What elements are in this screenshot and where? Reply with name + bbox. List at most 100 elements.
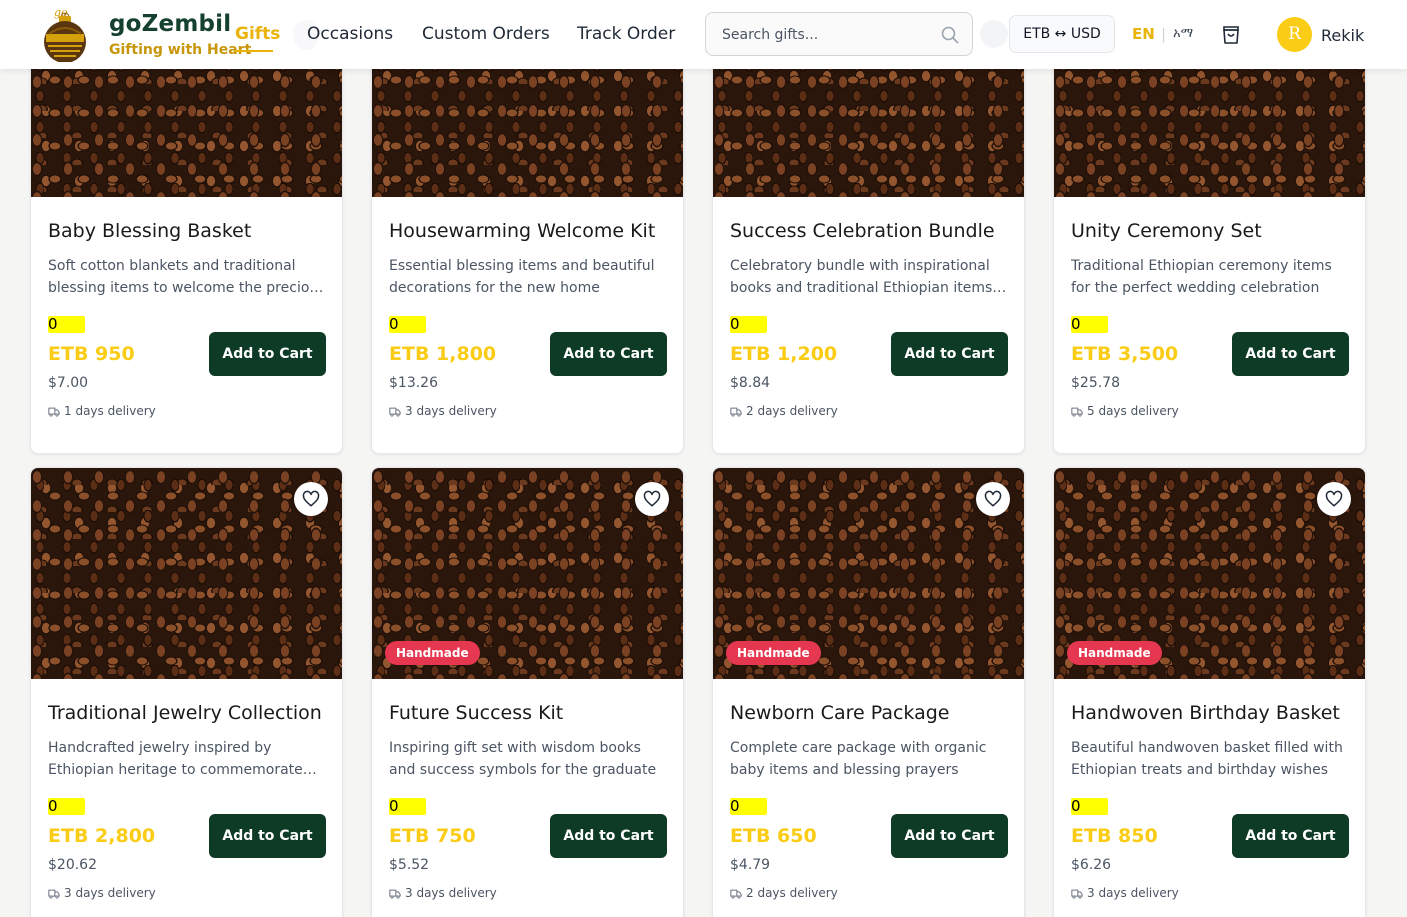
delivery-text: 2 days delivery — [746, 404, 838, 418]
language-separator: | — [1161, 25, 1167, 43]
truck-icon — [48, 889, 60, 899]
add-to-cart-button[interactable]: Add to Cart — [891, 332, 1008, 376]
favorite-button[interactable] — [294, 482, 328, 516]
language-am[interactable]: አማ — [1173, 26, 1193, 41]
delivery-text: 2 days delivery — [746, 886, 838, 900]
ghost-button — [980, 20, 1008, 48]
price-etb: ETB 1,800 — [389, 343, 497, 365]
truck-icon — [389, 407, 401, 417]
delivery-info: 2 days delivery — [730, 886, 838, 900]
site-header: go goZembil Gifting with Heart Gifts Occ… — [0, 0, 1407, 69]
product-description: Traditional Ethiopian ceremony items for… — [1071, 258, 1332, 296]
add-to-cart-button[interactable]: Add to Cart — [1232, 332, 1349, 376]
shopping-bag-icon[interactable] — [1220, 23, 1242, 45]
product-description: Complete care package with organic baby … — [730, 740, 987, 778]
price-usd: $7.00 — [48, 375, 89, 391]
product-card[interactable]: Handmade Future Success Kit Inspiring gi… — [371, 467, 684, 917]
price-etb: ETB 3,500 — [1071, 343, 1179, 365]
quantity-value: 0 — [389, 315, 399, 333]
product-card[interactable]: Handmade Newborn Care Package Complete c… — [712, 467, 1025, 917]
search-icon[interactable] — [940, 25, 960, 45]
price-etb: ETB 650 — [730, 825, 817, 847]
add-to-cart-button[interactable]: Add to Cart — [1232, 814, 1349, 858]
product-title[interactable]: Baby Blessing Basket — [48, 220, 251, 242]
currency-toggle-button[interactable]: ETB ↔ USD — [1009, 15, 1115, 53]
delivery-text: 1 days delivery — [64, 404, 156, 418]
product-description: Celebratory bundle with inspirational bo… — [730, 258, 993, 296]
product-title[interactable]: Newborn Care Package — [730, 702, 949, 724]
product-description: Handcrafted jewelry inspired by Ethiopia… — [48, 740, 303, 778]
nav-gifts[interactable]: Gifts — [235, 24, 280, 44]
product-title[interactable]: Future Success Kit — [389, 702, 563, 724]
delivery-text: 3 days delivery — [405, 886, 497, 900]
delivery-info: 2 days delivery — [730, 404, 838, 418]
heart-icon — [1325, 490, 1343, 507]
product-title[interactable]: Housewarming Welcome Kit — [389, 220, 655, 242]
delivery-text: 3 days delivery — [1087, 886, 1179, 900]
price-usd: $4.79 — [730, 857, 771, 873]
heart-icon — [302, 490, 320, 507]
favorite-button[interactable] — [976, 482, 1010, 516]
brand-name[interactable]: goZembil — [109, 11, 231, 37]
quantity-value: 0 — [389, 797, 399, 815]
quantity-value: 0 — [48, 315, 58, 333]
truck-icon — [389, 889, 401, 899]
delivery-info: 3 days delivery — [389, 886, 497, 900]
delivery-text: 5 days delivery — [1087, 404, 1179, 418]
nav-occasions[interactable]: Occasions — [307, 24, 393, 44]
product-card[interactable]: Handmade Handwoven Birthday Basket Beaut… — [1053, 467, 1366, 917]
user-name[interactable]: Rekik — [1321, 26, 1364, 45]
quantity-value: 0 — [730, 797, 740, 815]
delivery-info: 3 days delivery — [48, 886, 156, 900]
add-to-cart-button[interactable]: Add to Cart — [209, 332, 326, 376]
product-title[interactable]: Success Celebration Bundle — [730, 220, 995, 242]
product-description: Inspiring gift set with wisdom books and… — [389, 740, 657, 778]
product-card[interactable]: Traditional Jewelry Collection Handcraft… — [30, 467, 343, 917]
language-en[interactable]: EN — [1132, 25, 1155, 43]
price-etb: ETB 750 — [389, 825, 476, 847]
delivery-info: 1 days delivery — [48, 404, 156, 418]
product-description: Soft cotton blankets and traditional ble… — [48, 258, 326, 296]
quantity-value: 0 — [1071, 797, 1081, 815]
truck-icon — [48, 407, 60, 417]
favorite-button[interactable] — [635, 482, 669, 516]
gift-basket-logo-icon[interactable]: go — [40, 6, 90, 62]
quantity-value: 0 — [730, 315, 740, 333]
search-box — [705, 12, 973, 56]
heart-icon — [643, 490, 661, 507]
search-input[interactable] — [722, 24, 942, 46]
product-description: Beautiful handwoven basket filled with E… — [1071, 740, 1343, 778]
add-to-cart-button[interactable]: Add to Cart — [891, 814, 1008, 858]
truck-icon — [1071, 407, 1083, 417]
product-title[interactable]: Handwoven Birthday Basket — [1071, 702, 1340, 724]
price-usd: $20.62 — [48, 857, 97, 873]
user-avatar[interactable]: R — [1277, 17, 1312, 52]
nav-custom-orders[interactable]: Custom Orders — [422, 24, 550, 44]
add-to-cart-button[interactable]: Add to Cart — [209, 814, 326, 858]
add-to-cart-button[interactable]: Add to Cart — [550, 332, 667, 376]
delivery-text: 3 days delivery — [405, 404, 497, 418]
product-title[interactable]: Unity Ceremony Set — [1071, 220, 1262, 242]
price-etb: ETB 850 — [1071, 825, 1158, 847]
delivery-info: 5 days delivery — [1071, 404, 1179, 418]
add-to-cart-button[interactable]: Add to Cart — [550, 814, 667, 858]
product-title[interactable]: Traditional Jewelry Collection — [48, 702, 322, 724]
truck-icon — [730, 407, 742, 417]
price-etb: ETB 2,800 — [48, 825, 156, 847]
price-usd: $8.84 — [730, 375, 771, 391]
price-usd: $6.26 — [1071, 857, 1112, 873]
handmade-badge: Handmade — [726, 641, 821, 665]
truck-icon — [730, 889, 742, 899]
delivery-info: 3 days delivery — [1071, 886, 1179, 900]
delivery-text: 3 days delivery — [64, 886, 156, 900]
nav-active-underline — [235, 50, 273, 52]
heart-icon — [984, 490, 1002, 507]
handmade-badge: Handmade — [1067, 641, 1162, 665]
product-description: Essential blessing items and beautiful d… — [389, 258, 655, 296]
truck-icon — [1071, 889, 1083, 899]
nav-track-order[interactable]: Track Order — [577, 24, 675, 44]
delivery-info: 3 days delivery — [389, 404, 497, 418]
favorite-button[interactable] — [1317, 482, 1351, 516]
quantity-value: 0 — [48, 797, 58, 815]
price-etb: ETB 950 — [48, 343, 135, 365]
